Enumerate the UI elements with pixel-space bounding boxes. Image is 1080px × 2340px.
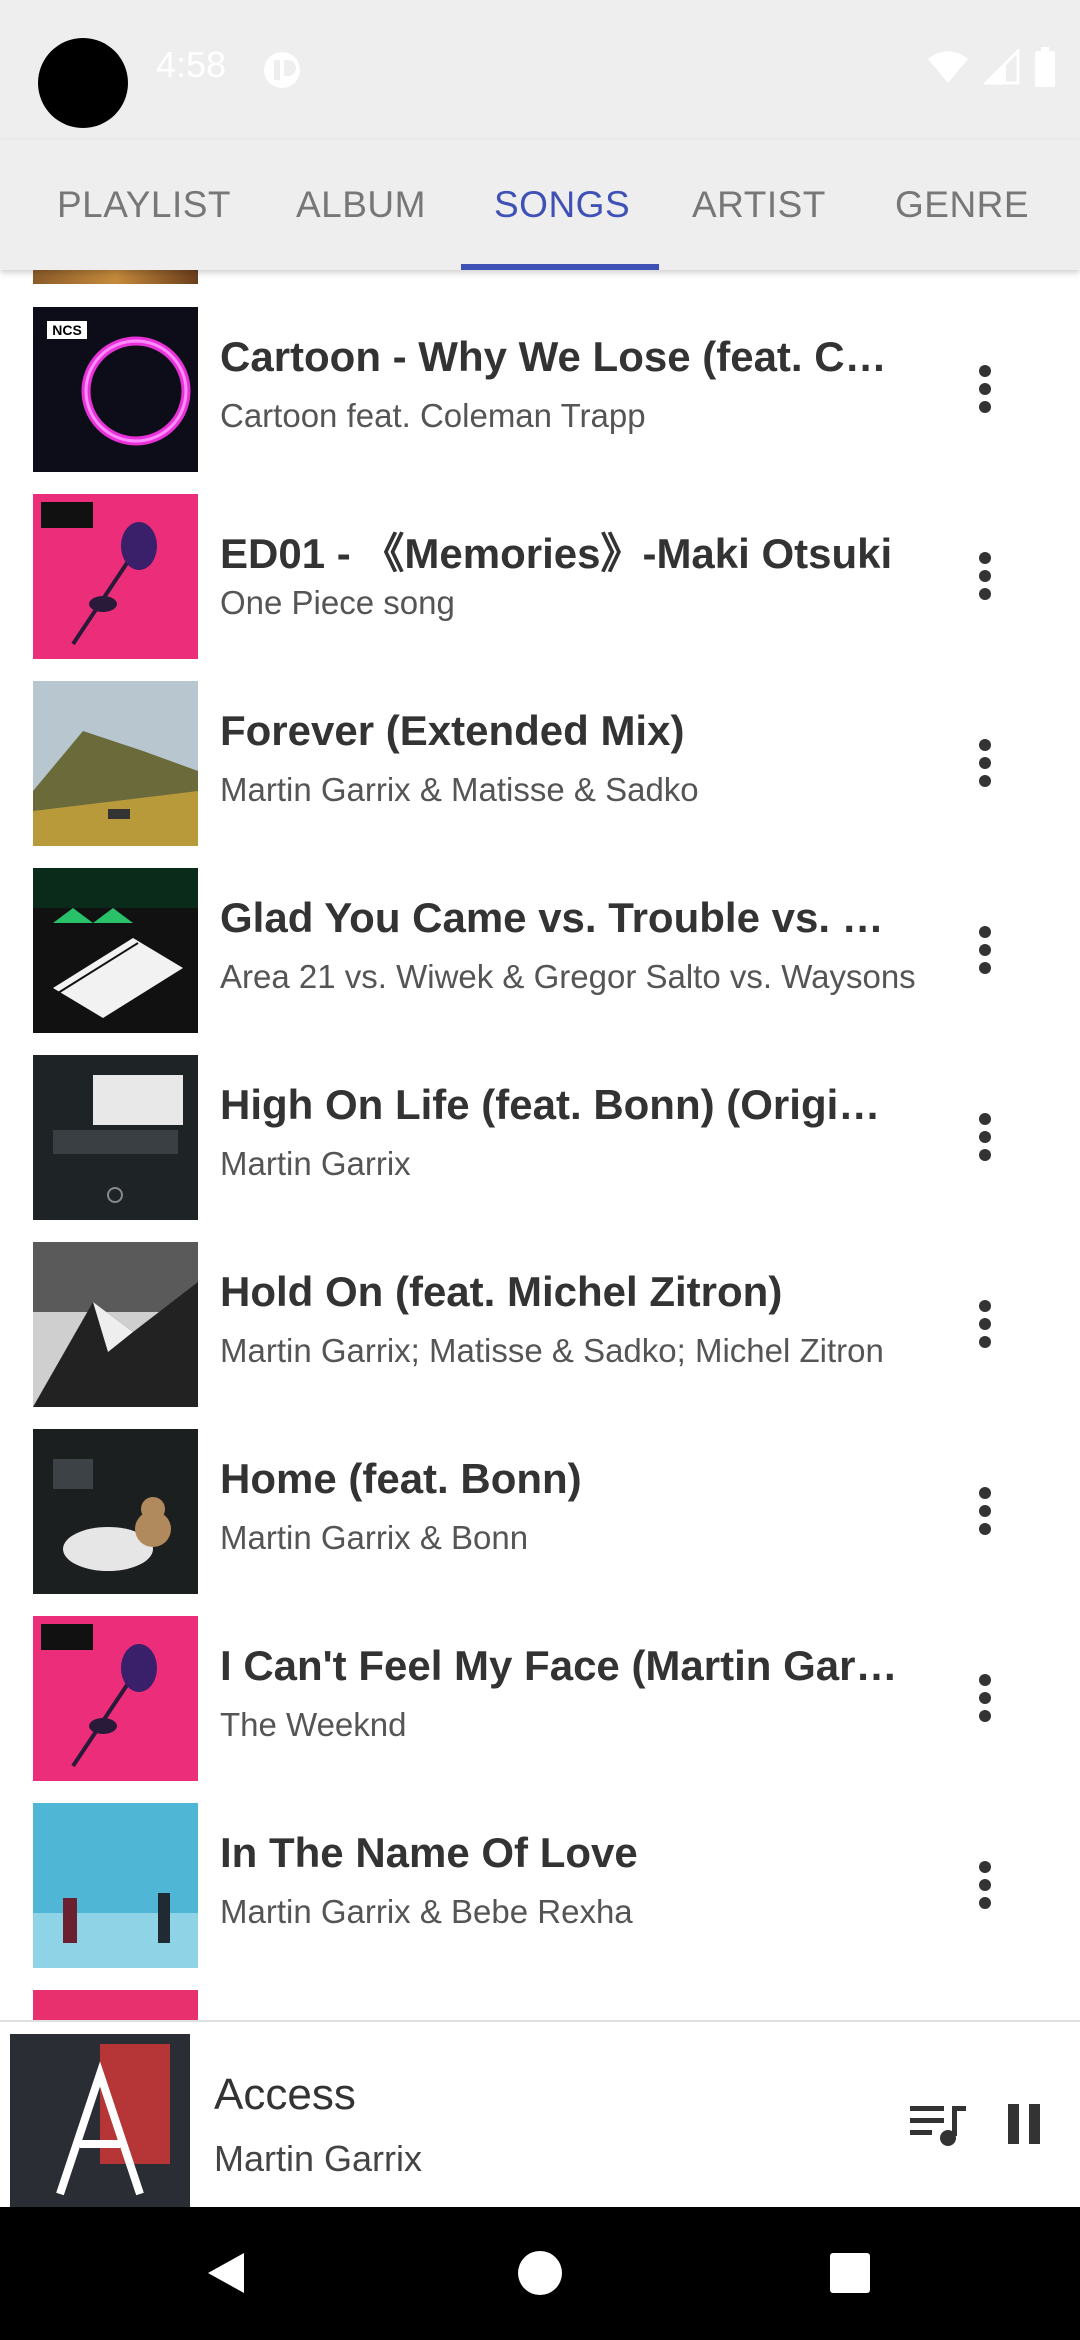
song-title: Forever (Extended Mix) (220, 707, 685, 754)
song-list[interactable]: NCS Cartoon - Why We Lose (feat. Co… Car… (0, 270, 1080, 2020)
song-artist: Martin Garrix & Bebe Rexha (220, 1893, 633, 1930)
song-row[interactable]: High On Life (feat. Bonn) (Origin… Marti… (0, 1045, 1080, 1232)
song-title: High On Life (feat. Bonn) (Origin… (220, 1081, 900, 1128)
song-row[interactable]: I Can't Feel My Face (Martin Garr… The W… (0, 1606, 1080, 1793)
tab-bar: PLAYLIST ALBUM SONGS ARTIST GENRE (0, 140, 1080, 270)
partial-album-art (33, 1990, 198, 2020)
album-art (33, 868, 198, 1033)
album-art (33, 1242, 198, 1407)
song-row[interactable]: ED01 - 《Memories》-Maki Otsuki One Piece … (0, 484, 1080, 671)
album-art (33, 1055, 198, 1220)
song-artist: Martin Garrix & Bonn (220, 1519, 529, 1556)
notification-app-icon (262, 50, 302, 90)
song-row[interactable]: Home (feat. Bonn) Martin Garrix & Bonn (0, 1419, 1080, 1606)
camera-cutout (38, 38, 128, 128)
status-time: 4:58 (156, 44, 227, 85)
song-artist: Area 21 vs. Wiwek & Gregor Salto vs. Way… (220, 958, 916, 995)
song-title: Cartoon - Why We Lose (feat. Co… (220, 333, 900, 380)
wifi-icon (928, 51, 968, 83)
battery-icon (1035, 47, 1055, 87)
album-art (33, 681, 198, 846)
tab-playlist[interactable]: PLAYLIST (57, 140, 231, 270)
album-art (33, 494, 198, 659)
tab-indicator (461, 264, 659, 270)
song-artist: The Weeknd (220, 1706, 407, 1743)
now-playing-bar[interactable]: Access Martin Garrix (0, 2020, 1080, 2209)
status-icons (926, 46, 1056, 88)
song-row[interactable]: NCS Cartoon - Why We Lose (feat. Co… Car… (0, 297, 1080, 484)
album-art: NCS (33, 307, 198, 472)
song-title: Hold On (feat. Michel Zitron) (220, 1268, 783, 1315)
tab-genre[interactable]: GENRE (895, 140, 1029, 270)
nav-home-icon[interactable] (510, 2243, 570, 2303)
album-art (33, 1616, 198, 1781)
partial-album-art (33, 270, 198, 284)
more-vert-icon[interactable] (955, 910, 1015, 990)
song-title: ED01 - 《Memories》-Maki Otsuki (220, 530, 893, 577)
more-vert-icon[interactable] (955, 1845, 1015, 1925)
status-bar: 4:58 (0, 0, 1080, 140)
more-vert-icon[interactable] (955, 1284, 1015, 1364)
signal-icon (984, 49, 1020, 85)
tab-album[interactable]: ALBUM (296, 140, 426, 270)
system-nav-bar (0, 2207, 1080, 2340)
tab-songs[interactable]: SONGS (494, 140, 630, 270)
song-row[interactable]: Glad You Came vs. Trouble vs. H… Area 21… (0, 858, 1080, 1045)
song-row[interactable]: Hold On (feat. Michel Zitron) Martin Gar… (0, 1232, 1080, 1419)
nav-recents-icon[interactable] (820, 2243, 880, 2303)
song-title: Glad You Came vs. Trouble vs. H… (220, 894, 900, 941)
album-art (33, 1429, 198, 1594)
song-artist: Cartoon feat. Coleman Trapp (220, 397, 646, 434)
more-vert-icon[interactable] (955, 1658, 1015, 1738)
song-artist: Martin Garrix & Matisse & Sadko (220, 771, 699, 808)
tab-artist[interactable]: ARTIST (692, 140, 826, 270)
more-vert-icon[interactable] (955, 1097, 1015, 1177)
now-playing-artist: Martin Garrix (214, 2138, 423, 2179)
more-vert-icon[interactable] (955, 536, 1015, 616)
song-artist: Martin Garrix (220, 1145, 411, 1182)
more-vert-icon[interactable] (955, 723, 1015, 803)
now-playing-album-art[interactable] (10, 2034, 190, 2209)
queue-music-icon[interactable] (908, 2100, 968, 2150)
album-art (33, 1803, 198, 1968)
now-playing-title: Access (214, 2070, 356, 2119)
svg-text:NCS: NCS (52, 322, 82, 338)
song-title: Home (feat. Bonn) (220, 1455, 582, 1502)
song-artist: One Piece song (220, 584, 455, 621)
song-artist: Martin Garrix; Matisse & Sadko; Michel Z… (220, 1332, 884, 1369)
song-title: In The Name Of Love (220, 1829, 638, 1876)
more-vert-icon[interactable] (955, 349, 1015, 429)
nav-back-icon[interactable] (196, 2243, 256, 2303)
song-row[interactable]: In The Name Of Love Martin Garrix & Bebe… (0, 1793, 1080, 1980)
pause-icon[interactable] (1004, 2102, 1044, 2146)
more-vert-icon[interactable] (955, 1471, 1015, 1551)
song-title: I Can't Feel My Face (Martin Garr… (220, 1642, 900, 1689)
song-row[interactable]: Forever (Extended Mix) Martin Garrix & M… (0, 671, 1080, 858)
